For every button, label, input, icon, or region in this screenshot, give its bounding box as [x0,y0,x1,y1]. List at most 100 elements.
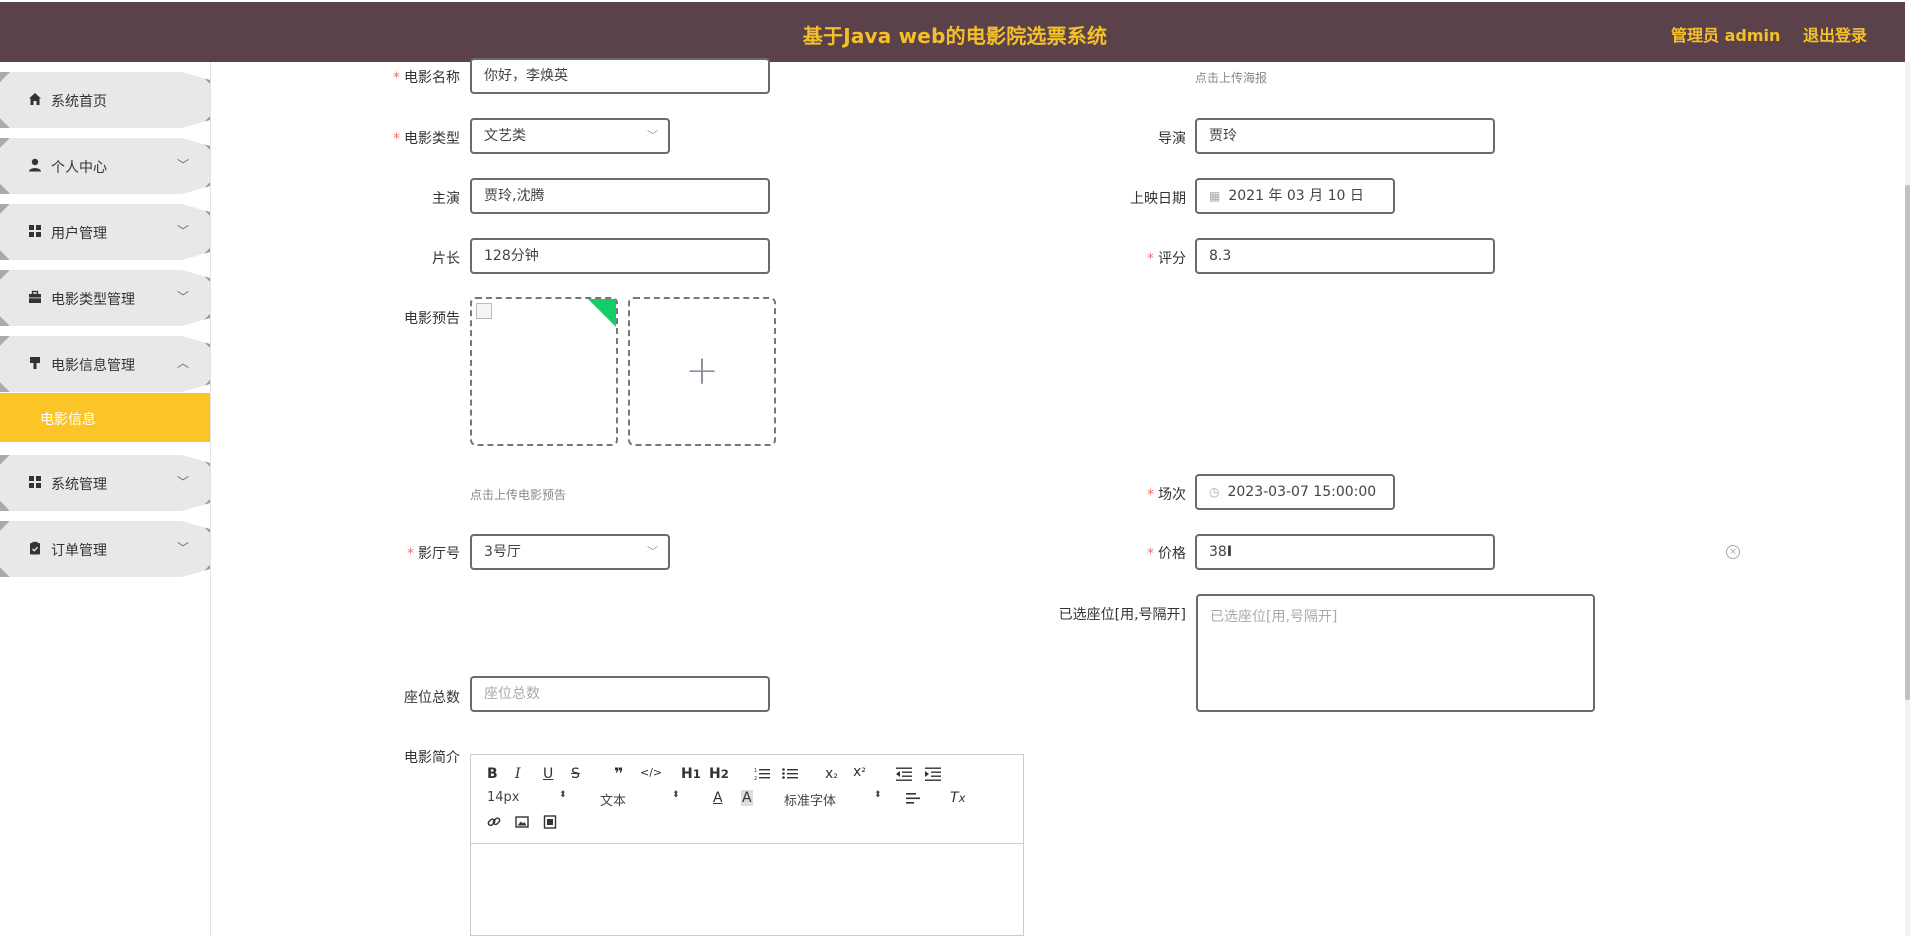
preview-label: 电影预告 [404,311,460,327]
sidebar-item-system[interactable]: 系统管理 ﹀ [0,455,210,511]
text-cursor: I [1226,544,1233,560]
ordered-list-icon[interactable]: 12 [754,767,770,781]
italic-button[interactable]: I [515,766,521,782]
heading1-button[interactable]: H1 [681,766,701,782]
uploaded-badge [588,299,616,327]
heading2-button[interactable]: H2 [709,766,729,782]
font-family-value: 标准字体 [784,794,837,809]
bold-button[interactable]: B [487,766,498,782]
hall-label: * 影厅号 [407,546,460,562]
select-arrows-icon: ⬍ [559,790,567,800]
session-picker[interactable]: ◷ 2023-03-07 15:00:00 [1195,474,1395,510]
hall-value: 3号厅 [484,544,521,560]
grid-icon [29,476,41,488]
sidebar-item-users[interactable]: 用户管理 ﹀ [0,204,210,260]
calendar-icon: ▦ [1209,189,1221,203]
sidebar-item-label: 订单管理 [51,543,107,559]
movie-type-value: 文艺类 [484,128,526,144]
header-format-select[interactable]: 文本 ⬍ [600,790,690,809]
actors-input[interactable]: 贾玲,沈腾 [470,178,770,214]
editor-toolbar: B I U S ❞ </> H1 H2 12 x₂ x² 14px ⬍ 文本 ⬍… [471,755,1023,844]
clock-icon: ◷ [1209,485,1220,499]
sidebar-item-movie-info[interactable]: 电影信息管理 ︿ [0,336,210,392]
subscript-button[interactable]: x₂ [825,766,838,782]
selected-seats-textarea[interactable]: 已选座位[用,号隔开] [1196,594,1595,712]
user-icon [29,158,41,172]
director-input[interactable]: 贾玲 [1195,118,1495,154]
clear-format-button[interactable]: Tx [950,790,965,806]
rating-label: * 评分 [1147,251,1186,267]
price-input[interactable]: 38I [1195,534,1495,570]
editor-content-area[interactable] [471,844,1023,935]
hall-select[interactable]: 3号厅 ﹀ [470,534,670,570]
strike-button[interactable]: S [571,766,580,782]
movie-type-label: * 电影类型 [393,131,460,147]
clear-icon[interactable]: × [1726,545,1740,559]
chevron-up-icon: ︿ [177,356,190,370]
bullet-list-icon[interactable] [782,767,798,781]
movie-type-select[interactable]: 文艺类 ﹀ [470,118,670,154]
selected-seats-label: 已选座位[用,号隔开] [1058,607,1186,623]
indent-icon[interactable] [925,767,941,781]
outdent-icon[interactable] [896,767,912,781]
chevron-down-icon: ﹀ [177,475,190,489]
chevron-down-icon: ﹀ [647,129,658,142]
chevron-down-icon: ﹀ [177,158,190,172]
svg-text:2: 2 [754,776,757,781]
session-value: 2023-03-07 15:00:00 [1227,484,1377,500]
blockquote-button[interactable]: ❞ [614,764,623,783]
sidebar-item-label: 系统管理 [51,477,107,493]
font-color-button[interactable]: A [713,790,723,806]
image-icon[interactable] [515,815,529,829]
intro-label: 电影简介 [404,750,460,766]
duration-input[interactable]: 128分钟 [470,238,770,274]
clipboard-icon [30,541,40,555]
header-format-value: 文本 [600,794,627,809]
link-icon[interactable] [487,815,501,829]
superscript-button[interactable]: x² [853,764,866,780]
sidebar-subitem-movie-info[interactable]: 电影信息 [0,393,210,442]
chevron-down-icon: ﹀ [647,545,658,558]
total-seats-input[interactable]: 座位总数 [470,676,770,712]
video-icon[interactable] [543,815,557,829]
sidebar: 系统首页 个人中心 ﹀ 用户管理 ﹀ 电影类型管理 ﹀ 电影信息管理 ︿ 电影信… [0,62,211,936]
background-color-button[interactable]: A [741,790,753,806]
sidebar-item-label: 用户管理 [51,226,107,242]
app-title: 基于Java web的电影院选票系统 [802,24,1108,48]
sidebar-item-label: 电影类型管理 [51,292,135,308]
font-family-select[interactable]: 标准字体 ⬍ [784,790,884,809]
sidebar-item-label: 电影信息管理 [51,358,135,374]
preview-thumbnail[interactable] [470,297,618,446]
rich-text-editor[interactable]: B I U S ❞ </> H1 H2 12 x₂ x² 14px ⬍ 文本 ⬍… [470,754,1024,936]
chevron-down-icon: ﹀ [177,541,190,555]
sidebar-item-orders[interactable]: 订单管理 ﹀ [0,521,210,577]
sidebar-item-profile[interactable]: 个人中心 ﹀ [0,138,210,194]
movie-name-label: * 电影名称 [393,70,460,86]
scrollbar-thumb[interactable] [1905,185,1910,700]
actors-label: 主演 [432,191,460,207]
release-date-picker[interactable]: ▦ 2021 年 03 月 10 日 [1195,178,1395,214]
chevron-down-icon: ﹀ [177,290,190,304]
top-header: 基于Java web的电影院选票系统 管理员 admin 退出登录 [0,2,1905,62]
release-date-value: 2021 年 03 月 10 日 [1228,188,1364,204]
release-date-label: 上映日期 [1130,191,1186,207]
preview-upload-hint: 点击上传电影预告 [470,488,567,502]
rating-input[interactable]: 8.3 [1195,238,1495,274]
sidebar-item-label: 系统首页 [51,94,107,110]
sidebar-item-label: 个人中心 [51,160,107,176]
sidebar-item-home[interactable]: 系统首页 [0,72,210,128]
svg-text:1: 1 [754,768,757,774]
price-value: 38 [1209,544,1227,560]
admin-user-label[interactable]: 管理员 admin [1671,22,1780,46]
select-arrows-icon: ⬍ [874,790,882,800]
underline-button[interactable]: U [543,766,553,782]
poster-upload-hint[interactable]: 点击上传海报 [1195,69,1267,86]
sidebar-item-movie-types[interactable]: 电影类型管理 ﹀ [0,270,210,326]
preview-upload-button[interactable]: + [628,297,776,446]
font-size-select[interactable]: 14px ⬍ [487,790,577,805]
logout-link[interactable]: 退出登录 [1803,22,1867,46]
movie-name-input[interactable]: 你好，李焕英 [470,58,770,94]
code-block-button[interactable]: </> [640,766,662,779]
align-left-icon[interactable] [906,792,920,805]
duration-label: 片长 [432,251,460,267]
